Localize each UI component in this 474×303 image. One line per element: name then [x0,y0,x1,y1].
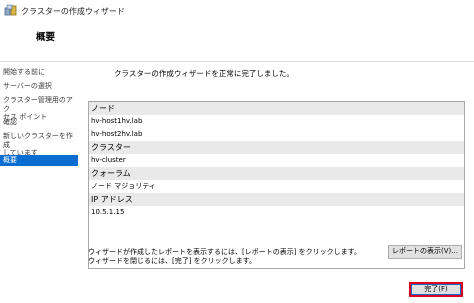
report-row: hv-cluster [91,156,126,164]
finish-button[interactable]: 完了(F) [409,282,463,297]
report-section-ip-address: IP アドレス [89,193,464,206]
cluster-icon [4,4,17,17]
report-row: ノード マジョリティ [91,182,156,190]
status-message: クラスターの作成ウィザードを正常に完了しました。 [114,69,294,78]
report-section-cluster: クラスター [89,141,464,154]
step-before-you-begin[interactable]: 開始する前に [0,68,78,77]
step-creating-cluster[interactable]: 新しいクラスターを作成 しています [0,132,78,158]
instruction-line-2: ウィザードを閉じるには、[完了] をクリックします。 [88,257,256,265]
report-section-nodes: ノード [89,102,464,115]
step-select-servers[interactable]: サーバーの選択 [0,82,78,91]
step-summary[interactable]: 概要 [0,155,78,166]
button-bar [0,280,474,303]
instruction-line-1: ウィザードが作成したレポートを表示するには、[レポートの表示] をクリックします… [88,248,361,256]
step-confirmation[interactable]: 確認 [0,118,78,127]
title-bar: クラスターの作成ウィザード [0,0,474,22]
window-title: クラスターの作成ウィザード [21,7,125,16]
instruction-text: ウィザードが作成したレポートを表示するには、[レポートの表示] をクリックします… [88,248,361,266]
wizard-header: 概要 [0,22,474,62]
page-title: 概要 [36,32,56,43]
report-row: 10.5.1.15 [91,208,125,216]
wizard-steps: 開始する前に サーバーの選択 クラスター管理用のアク セス ポイント 確認 新し… [0,62,78,280]
main-content: クラスターの作成ウィザードを正常に完了しました。 ノード hv-host1hv.… [80,62,474,280]
report-row: hv-host1hv.lab [91,117,143,125]
view-report-button[interactable]: レポートの表示(V)... [388,245,462,259]
report-panel[interactable]: ノード hv-host1hv.lab hv-host2hv.lab クラスター … [88,101,465,269]
report-row: hv-host2hv.lab [91,130,143,138]
report-section-quorum: クォーラム [89,167,464,180]
